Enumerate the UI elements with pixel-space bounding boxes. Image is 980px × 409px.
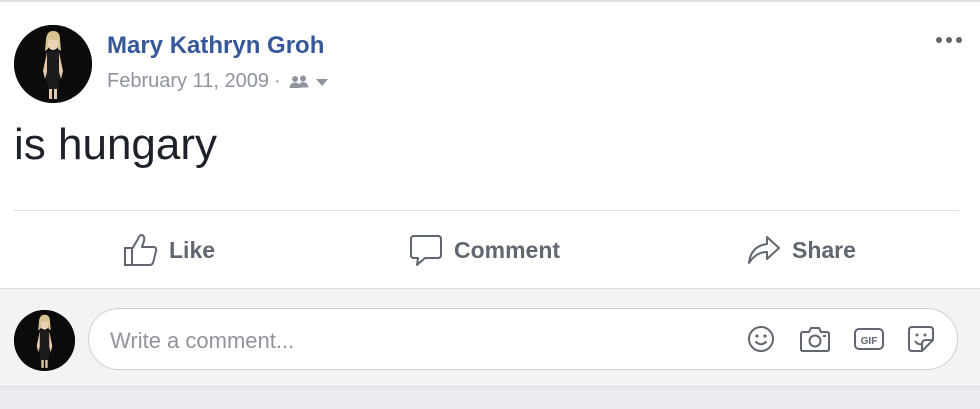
- post-meta: February 11, 2009 ·: [107, 70, 329, 93]
- action-divider: [14, 210, 959, 211]
- comment-button[interactable]: Comment: [408, 220, 560, 280]
- audience-selector[interactable]: [289, 75, 329, 89]
- like-label: Like: [169, 236, 216, 263]
- emoji-icon: [748, 326, 774, 352]
- like-button[interactable]: Like: [123, 220, 215, 280]
- speech-bubble-icon: [410, 235, 442, 266]
- emoji-button[interactable]: [745, 323, 777, 355]
- sticker-button[interactable]: [905, 323, 937, 355]
- photo-button[interactable]: [799, 323, 831, 355]
- comment-placeholder: Write a comment...: [110, 328, 295, 353]
- post-text: is hungary: [14, 120, 218, 169]
- action-bar: Like Comment Share: [0, 220, 980, 280]
- share-button[interactable]: Share: [746, 220, 856, 280]
- camera-icon: [800, 327, 830, 352]
- ellipsis-icon: [936, 37, 962, 43]
- comment-label: Comment: [454, 236, 561, 263]
- svg-text:GIF: GIF: [861, 336, 878, 347]
- share-label: Share: [792, 236, 856, 263]
- comment-input[interactable]: Write a comment... GIF: [88, 308, 958, 370]
- more-options-button[interactable]: [934, 30, 964, 50]
- gif-icon: GIF: [854, 328, 884, 350]
- post-timestamp[interactable]: February 11, 2009: [107, 70, 269, 93]
- commenter-avatar[interactable]: [14, 310, 75, 371]
- sticker-icon: [908, 326, 934, 352]
- author-name[interactable]: Mary Kathryn Groh: [107, 32, 324, 60]
- thumbs-up-icon: [124, 234, 158, 266]
- bottom-strip: [0, 386, 980, 409]
- share-arrow-icon: [748, 236, 780, 264]
- caret-down-icon: [315, 78, 328, 86]
- gif-button[interactable]: GIF: [853, 323, 885, 355]
- meta-separator: ·: [273, 70, 281, 92]
- friends-icon: [289, 75, 309, 88]
- post-card: Mary Kathryn Groh February 11, 2009 · is…: [0, 2, 980, 288]
- author-avatar[interactable]: [14, 25, 92, 103]
